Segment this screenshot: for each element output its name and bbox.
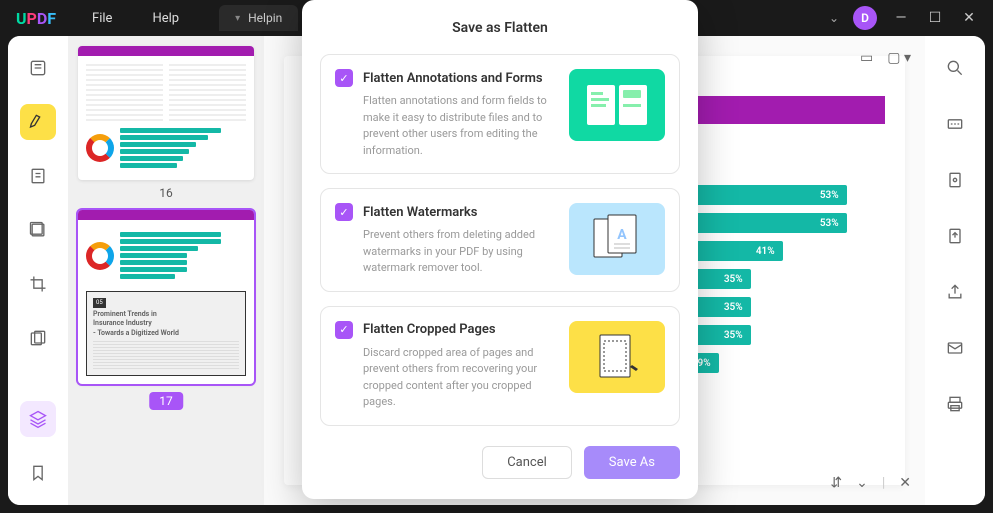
cancel-button[interactable]: Cancel <box>482 446 572 479</box>
menu-file[interactable]: File <box>72 11 132 26</box>
checkbox-watermarks[interactable]: ✓ <box>335 203 353 221</box>
email-icon[interactable] <box>937 330 973 366</box>
tool-organize[interactable] <box>20 212 56 248</box>
page-toolbar: ▭ ▢ ▾ <box>860 50 911 66</box>
tab-indicator-icon: ▾ <box>235 13 240 24</box>
print-icon[interactable] <box>937 386 973 422</box>
right-toolbar <box>925 36 985 505</box>
svg-text:A: A <box>617 227 627 243</box>
tool-redact[interactable] <box>20 320 56 356</box>
option-flatten-watermarks: ✓ Flatten Watermarks Prevent others from… <box>320 188 680 292</box>
compress-icon[interactable] <box>937 162 973 198</box>
checkbox-annotations[interactable]: ✓ <box>335 69 353 87</box>
option-title-cropped: Flatten Cropped Pages <box>363 322 496 337</box>
thumbnail-page-17[interactable]: 05 Prominent Trends inInsurance Industry… <box>78 210 254 384</box>
page-footer-toolbar: ⇵ ⌄ | ✕ <box>830 475 911 491</box>
option-title-annotations: Flatten Annotations and Forms <box>363 71 543 86</box>
save-as-flatten-dialog: Save as Flatten ✓ Flatten Annotations an… <box>302 0 698 499</box>
tool-reader[interactable] <box>20 50 56 86</box>
thumbnail-panel: 16 05 Prominent Trends inInsurance Indus… <box>68 36 264 505</box>
option-desc-cropped: Discard cropped area of pages and preven… <box>363 345 555 411</box>
app-logo: UPDF <box>0 9 72 28</box>
export-icon[interactable] <box>937 218 973 254</box>
save-as-button[interactable]: Save As <box>584 446 680 479</box>
maximize-button[interactable]: ☐ <box>925 10 945 26</box>
tool-bookmark[interactable] <box>20 455 56 491</box>
tool-crop[interactable] <box>20 266 56 302</box>
search-icon[interactable] <box>937 50 973 86</box>
illustration-watermarks: A <box>569 203 665 275</box>
illustration-annotations <box>569 69 665 141</box>
view-mode-icon[interactable]: ▭ <box>860 50 873 66</box>
close-panel-icon[interactable]: ✕ <box>899 475 911 491</box>
illustration-cropped <box>569 321 665 393</box>
minimize-button[interactable]: — <box>891 10 911 26</box>
option-flatten-annotations: ✓ Flatten Annotations and Forms Flatten … <box>320 54 680 174</box>
user-avatar[interactable]: D <box>853 6 877 30</box>
tab-label: Helpin <box>248 11 282 25</box>
document-tab[interactable]: ▾ Helpin <box>219 5 298 31</box>
thumbnail-label-17: 17 <box>149 392 183 410</box>
tool-layers[interactable] <box>20 401 56 437</box>
thumbnail-page-16[interactable] <box>78 46 254 180</box>
option-desc-watermarks: Prevent others from deleting added water… <box>363 227 555 277</box>
left-toolbar <box>8 36 68 505</box>
option-desc-annotations: Flatten annotations and form fields to m… <box>363 93 555 159</box>
tool-edit[interactable] <box>20 158 56 194</box>
jump-icon[interactable]: ⌄ <box>856 475 868 491</box>
dialog-title: Save as Flatten <box>302 20 698 36</box>
option-flatten-cropped: ✓ Flatten Cropped Pages Discard cropped … <box>320 306 680 426</box>
ocr-icon[interactable] <box>937 106 973 142</box>
option-title-watermarks: Flatten Watermarks <box>363 205 477 220</box>
tool-comment[interactable] <box>20 104 56 140</box>
scroll-mode-icon[interactable]: ⇵ <box>830 475 842 491</box>
share-icon[interactable] <box>937 274 973 310</box>
checkbox-cropped[interactable]: ✓ <box>335 321 353 339</box>
close-button[interactable]: ✕ <box>959 10 979 26</box>
chevron-down-icon[interactable]: ⌄ <box>829 11 839 25</box>
menu-help[interactable]: Help <box>132 11 199 26</box>
thumbnail-label-16: 16 <box>78 186 254 200</box>
page-display-icon[interactable]: ▢ ▾ <box>887 50 911 66</box>
